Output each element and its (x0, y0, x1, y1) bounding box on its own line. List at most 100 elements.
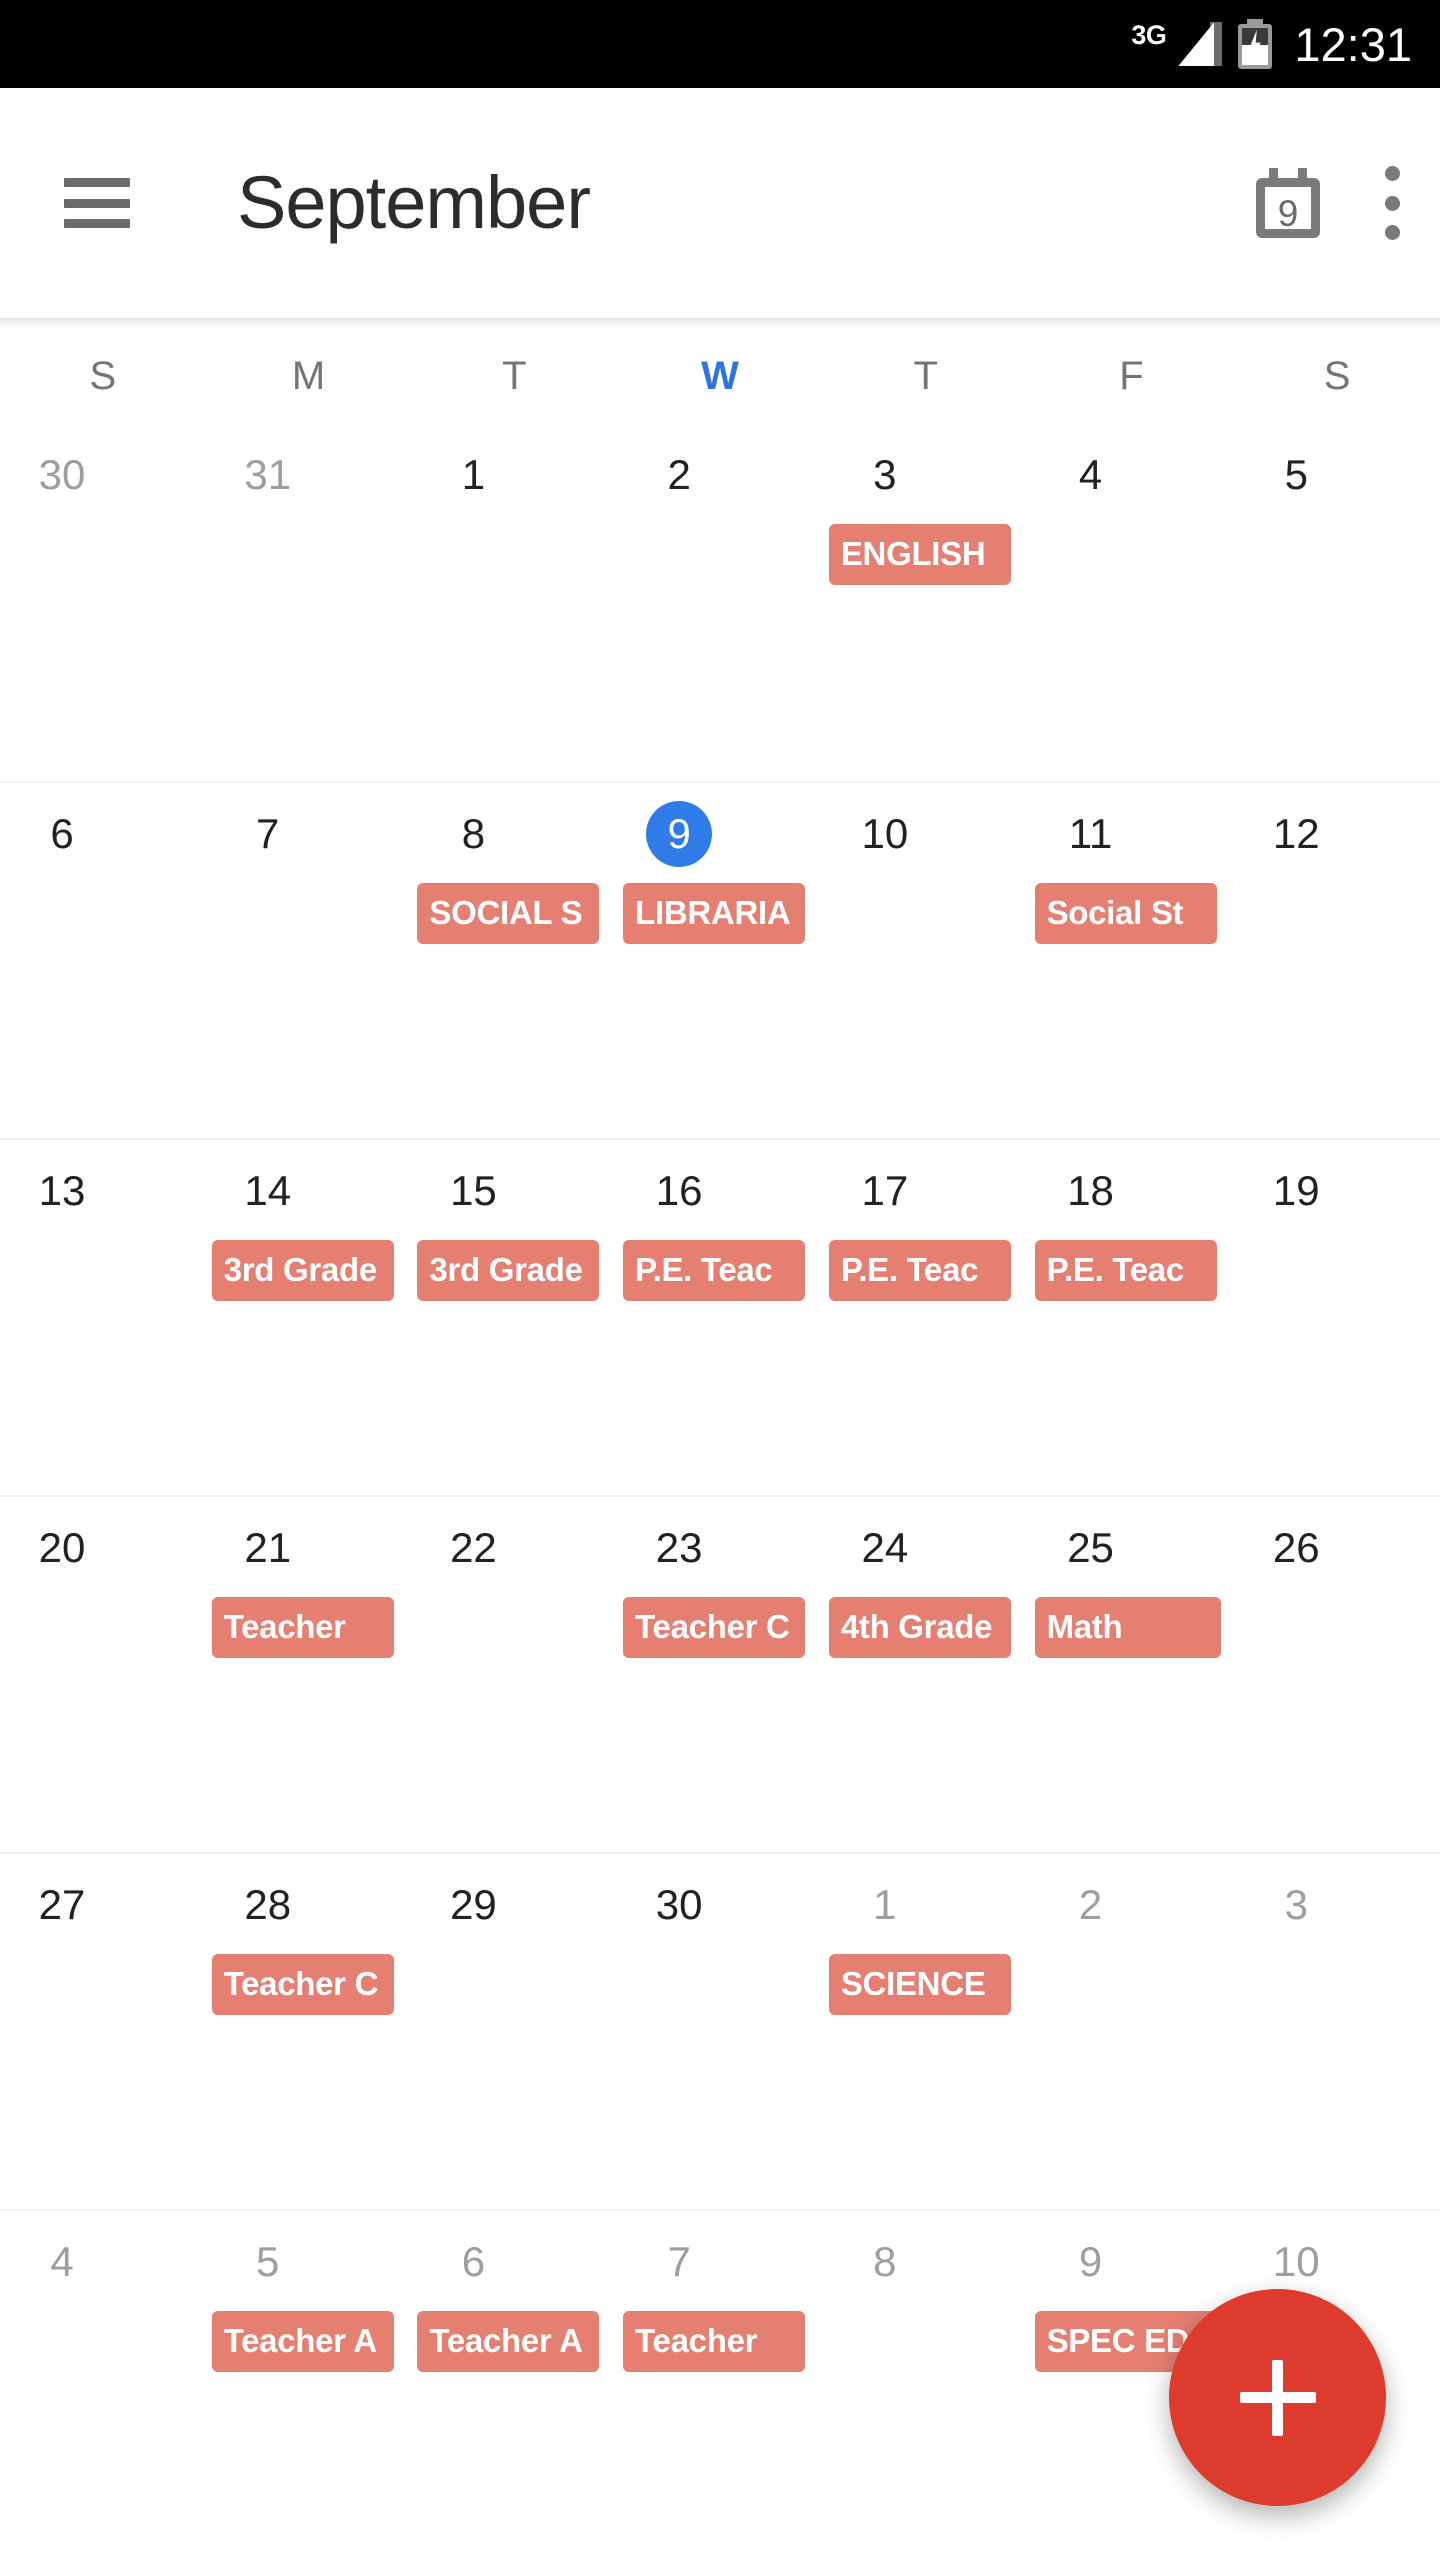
event-chip[interactable]: P.E. Teac (1034, 1240, 1217, 1301)
day-events: SOCIAL S (411, 883, 617, 944)
day-cell[interactable]: 28 Teacher C (206, 1854, 412, 2209)
event-chip[interactable]: 3rd Grade (211, 1240, 394, 1301)
day-events: Math (1029, 1597, 1235, 1658)
day-cell[interactable]: 21 Teacher (206, 1497, 412, 1852)
day-events: 3rd Grade (206, 1240, 412, 1301)
event-chip[interactable]: Teacher C (623, 1597, 806, 1658)
event-chip[interactable]: P.E. Teac (623, 1240, 806, 1301)
day-cell[interactable]: 17 P.E. Teac (823, 1140, 1029, 1495)
day-number: 8 (873, 2238, 897, 2285)
day-cell[interactable]: 3 ENGLISH (823, 424, 1029, 781)
day-cell[interactable]: 7 (206, 783, 412, 1138)
event-chip[interactable]: LIBRARIA (623, 883, 806, 944)
day-events: P.E. Teac (617, 1240, 823, 1301)
day-events: 4th Grade (823, 1597, 1029, 1658)
day-events: Teacher (206, 1597, 412, 1658)
app-bar-shadow (0, 318, 1440, 328)
day-cell[interactable]: 1 SCIENCE (823, 1854, 1029, 2209)
day-number: 21 (244, 1524, 292, 1571)
day-number: 14 (244, 1167, 292, 1214)
day-number: 3 (873, 451, 897, 498)
day-cell[interactable]: 22 (411, 1497, 617, 1852)
day-events: Teacher C (206, 1954, 412, 2015)
event-chip[interactable]: Math (1034, 1597, 1221, 1658)
day-cell[interactable]: 2 (1029, 1854, 1235, 2209)
day-cell[interactable]: 3 (1234, 1854, 1440, 2209)
day-cell[interactable]: 16 P.E. Teac (617, 1140, 823, 1495)
day-cell[interactable]: 11 Social St (1029, 783, 1235, 1138)
day-cell[interactable]: 14 3rd Grade (206, 1140, 412, 1495)
add-event-fab[interactable] (1169, 2289, 1386, 2506)
event-chip[interactable]: Teacher A (417, 2311, 600, 2372)
day-number: 29 (450, 1881, 497, 1928)
calendar-today-icon[interactable]: 9 (1256, 168, 1320, 238)
day-cell[interactable]: 13 (0, 1140, 206, 1495)
day-cell[interactable]: 20 (0, 1497, 206, 1852)
day-events: 3rd Grade (411, 1240, 617, 1301)
day-number: 9 (1078, 2238, 1103, 2285)
overflow-menu-icon[interactable] (1384, 166, 1400, 240)
event-chip[interactable]: SCIENCE (828, 1954, 1011, 2015)
event-chip[interactable]: Teacher C (211, 1954, 394, 2015)
day-cell[interactable]: 8 SOCIAL S (411, 783, 617, 1138)
day-number: 30 (38, 451, 86, 498)
event-chip[interactable]: SOCIAL S (417, 883, 600, 944)
day-cell[interactable]: 4 (0, 2211, 206, 2566)
event-chip[interactable]: ENGLISH (828, 524, 1011, 585)
day-number: 15 (450, 1167, 497, 1214)
day-cell[interactable]: 12 (1234, 783, 1440, 1138)
day-cell[interactable]: 27 (0, 1854, 206, 2209)
day-cell[interactable]: 29 (411, 1854, 617, 2209)
day-cell[interactable]: 1 (411, 424, 617, 781)
weekday-header-6: S (1323, 354, 1351, 398)
event-chip[interactable]: P.E. Teac (828, 1240, 1011, 1301)
day-cell[interactable]: 24 4th Grade (823, 1497, 1029, 1852)
day-cell[interactable]: 6 (0, 783, 206, 1138)
day-number: 2 (667, 451, 691, 498)
day-number: 23 (655, 1524, 703, 1571)
day-number: 6 (50, 810, 74, 857)
day-number: 7 (667, 2238, 691, 2285)
day-events: Teacher A (206, 2311, 412, 2372)
day-cell[interactable]: 23 Teacher C (617, 1497, 823, 1852)
day-number: 3 (1284, 1881, 1308, 1928)
plus-icon (1239, 2359, 1316, 2436)
event-chip[interactable]: Teacher (623, 2311, 806, 2372)
day-cell[interactable]: 9 LIBRARIA (617, 783, 823, 1138)
day-number: 16 (655, 1167, 703, 1214)
event-chip[interactable]: Teacher (211, 1597, 394, 1658)
day-events: Social St (1029, 883, 1235, 944)
day-number: 10 (1272, 2238, 1320, 2285)
day-cell[interactable]: 4 (1029, 424, 1235, 781)
event-chip[interactable]: Social St (1034, 883, 1217, 944)
day-cell[interactable]: 15 3rd Grade (411, 1140, 617, 1495)
day-cell[interactable]: 26 (1234, 1497, 1440, 1852)
day-cell[interactable]: 8 (823, 2211, 1029, 2566)
day-cell[interactable]: 2 (617, 424, 823, 781)
calendar-week-row: 27 28 Teacher C 29 30 1 SCIENCE 2 3 (0, 1852, 1440, 2209)
event-chip[interactable]: 4th Grade (828, 1597, 1011, 1658)
day-number: 22 (450, 1524, 497, 1571)
day-cell[interactable]: 31 (206, 424, 412, 781)
day-number: 25 (1067, 1524, 1114, 1571)
day-cell[interactable]: 10 (823, 783, 1029, 1138)
day-cell[interactable]: 5 (1234, 424, 1440, 781)
day-cell[interactable]: 7 Teacher (617, 2211, 823, 2566)
day-cell[interactable]: 18 P.E. Teac (1029, 1140, 1235, 1495)
day-number: 18 (1067, 1167, 1114, 1214)
event-chip[interactable]: 3rd Grade (417, 1240, 600, 1301)
day-cell[interactable]: 6 Teacher A (411, 2211, 617, 2566)
day-cell[interactable]: 19 (1234, 1140, 1440, 1495)
day-number: 5 (256, 2238, 280, 2285)
day-events: P.E. Teac (823, 1240, 1029, 1301)
day-events: LIBRARIA (617, 883, 823, 944)
day-cell[interactable]: 25 Math (1029, 1497, 1235, 1852)
day-number: 10 (861, 810, 909, 857)
day-number: 4 (1078, 451, 1103, 498)
event-chip[interactable]: Teacher A (211, 2311, 394, 2372)
hamburger-menu-icon[interactable] (64, 178, 130, 228)
day-cell[interactable]: 5 Teacher A (206, 2211, 412, 2566)
day-cell[interactable]: 30 (0, 424, 206, 781)
day-cell[interactable]: 30 (617, 1854, 823, 2209)
day-number: 26 (1272, 1524, 1320, 1571)
